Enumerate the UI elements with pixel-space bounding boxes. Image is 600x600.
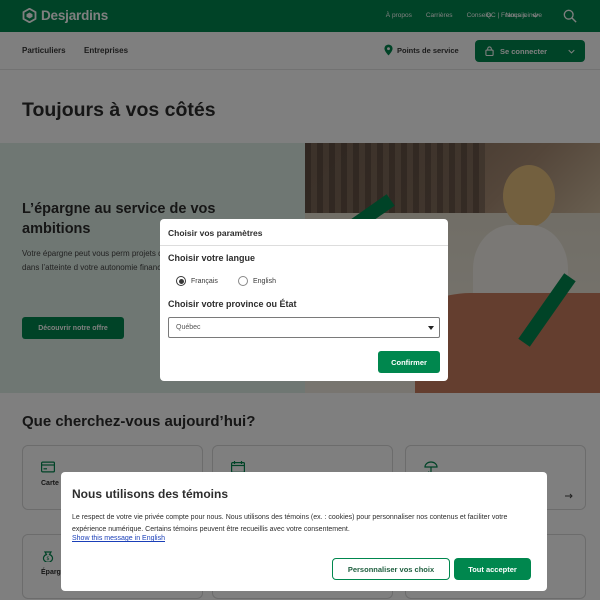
radio-label: English bbox=[253, 277, 276, 285]
radio-button-selected[interactable] bbox=[176, 276, 186, 286]
confirm-button[interactable]: Confirmer bbox=[378, 351, 440, 373]
radio-english[interactable]: English bbox=[238, 276, 276, 286]
cookie-title: Nous utilisons des témoins bbox=[72, 487, 229, 501]
accept-all-button[interactable]: Tout accepter bbox=[454, 558, 531, 580]
cookie-banner: Nous utilisons des témoins Le respect de… bbox=[61, 472, 547, 591]
radio-button[interactable] bbox=[238, 276, 248, 286]
divider bbox=[160, 245, 448, 246]
customize-choices-button[interactable]: Personnaliser vos choix bbox=[332, 558, 450, 580]
province-heading: Choisir votre province ou État bbox=[168, 299, 297, 309]
english-message-link[interactable]: Show this message in English bbox=[72, 535, 165, 542]
province-select[interactable]: Québec bbox=[168, 317, 440, 338]
radio-francais[interactable]: Français bbox=[176, 276, 218, 286]
radio-label: Français bbox=[191, 277, 218, 285]
modal-title: Choisir vos paramètres bbox=[168, 228, 263, 238]
cookie-text: Le respect de votre vie privée compte po… bbox=[72, 514, 508, 533]
language-heading: Choisir votre langue bbox=[168, 253, 256, 263]
dropdown-caret-icon bbox=[428, 326, 434, 330]
province-value: Québec bbox=[176, 324, 201, 331]
settings-modal: Choisir vos paramètres Choisir votre lan… bbox=[160, 219, 448, 381]
